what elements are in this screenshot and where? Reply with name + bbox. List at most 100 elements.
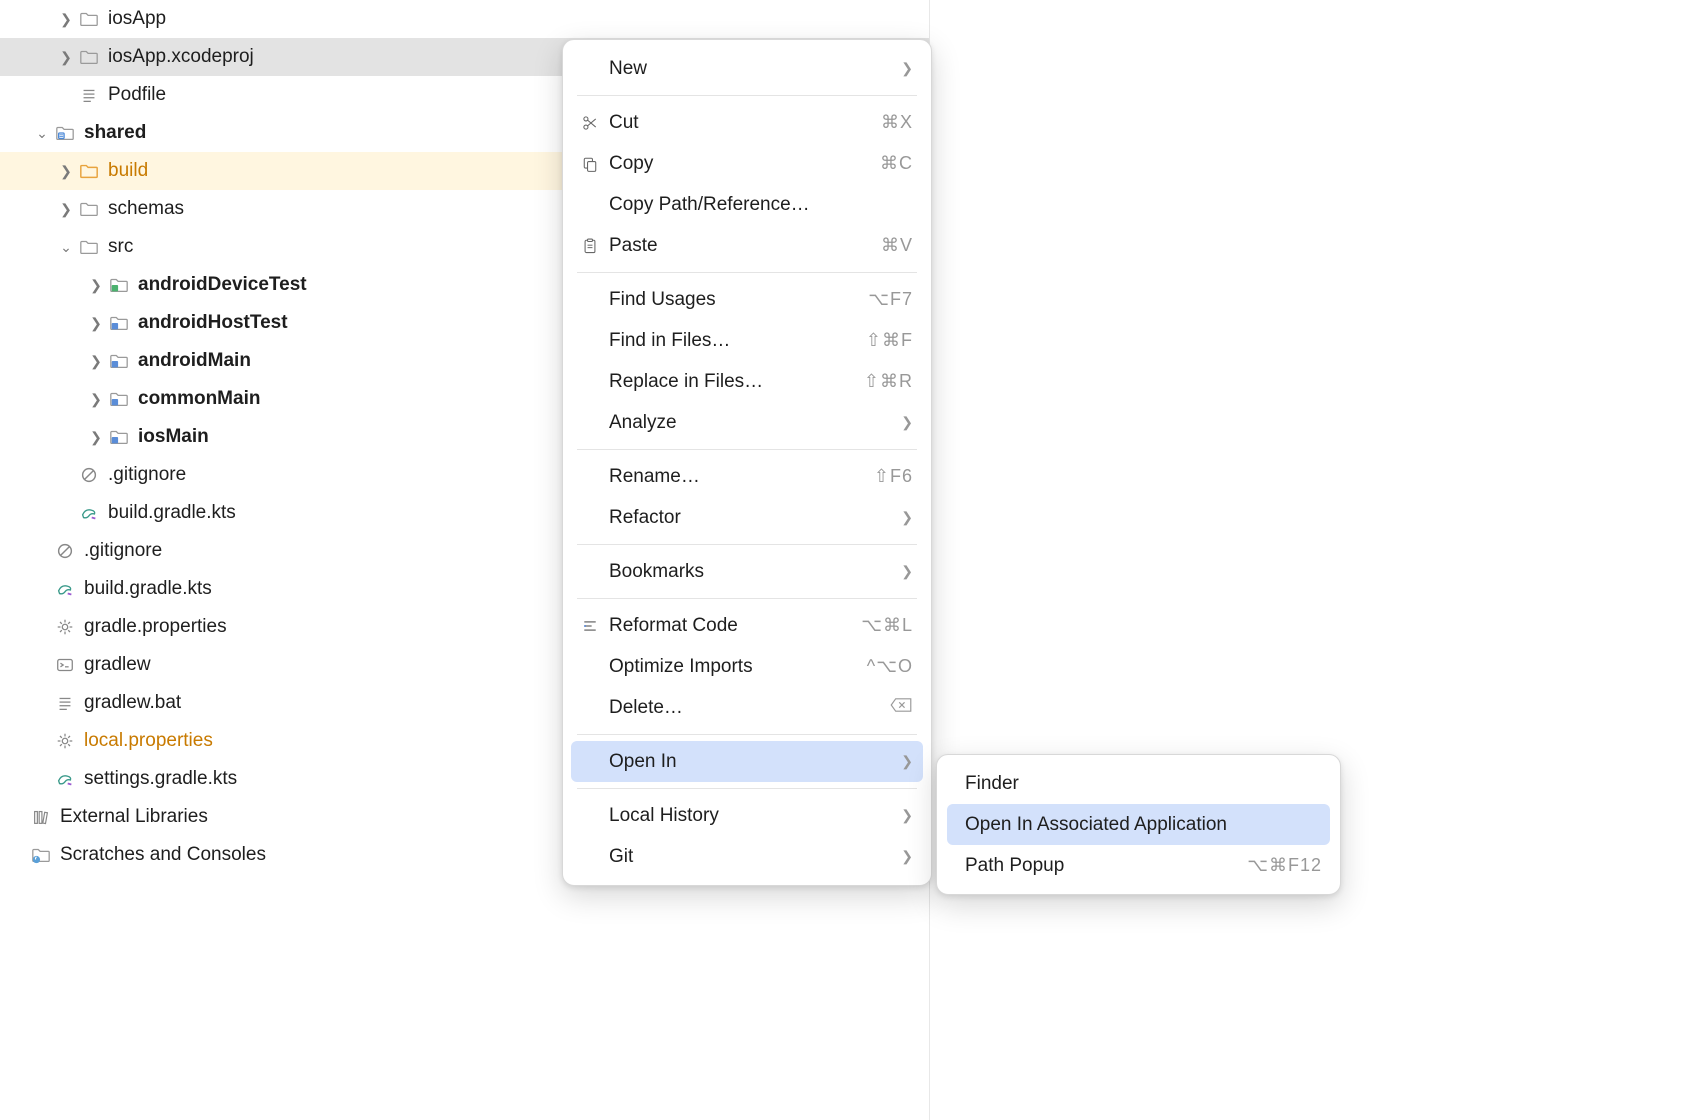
menu-separator bbox=[577, 544, 917, 545]
module-folder-blue-icon bbox=[108, 426, 130, 448]
tree-item-label: settings.gradle.kts bbox=[84, 768, 237, 790]
clipboard-icon bbox=[577, 237, 603, 255]
tree-item-label: .gitignore bbox=[84, 540, 162, 562]
gear-icon bbox=[54, 616, 76, 638]
menu-shortcut: ⌥F7 bbox=[868, 289, 913, 310]
menu-item-label: Cut bbox=[609, 112, 881, 134]
reformat-icon bbox=[577, 617, 603, 635]
menu-shortcut: ⌥⌘F12 bbox=[1247, 855, 1322, 876]
menu-item-label: Find Usages bbox=[609, 289, 868, 311]
file-text-icon bbox=[54, 692, 76, 714]
module-folder-green-icon bbox=[108, 274, 130, 296]
tree-item-label: androidHostTest bbox=[138, 312, 288, 334]
menu-item-reformat-code[interactable]: Reformat Code⌥⌘L bbox=[563, 605, 931, 646]
tree-item-label: build.gradle.kts bbox=[84, 578, 212, 600]
chevron-right-icon: ❯ bbox=[901, 509, 913, 526]
menu-item-bookmarks[interactable]: Bookmarks❯ bbox=[563, 551, 931, 592]
chevron-right-icon: ❯ bbox=[901, 753, 913, 770]
menu-item-find-in-files[interactable]: Find in Files…⇧⌘F bbox=[563, 320, 931, 361]
menu-item-git[interactable]: Git❯ bbox=[563, 836, 931, 877]
folder-icon bbox=[78, 198, 100, 220]
copy-icon bbox=[577, 155, 603, 173]
tree-item-label: iosApp.xcodeproj bbox=[108, 46, 254, 68]
tree-item-label: External Libraries bbox=[60, 806, 208, 828]
menu-item-label: Delete… bbox=[609, 697, 889, 719]
chevron-right-icon: ❯ bbox=[901, 414, 913, 431]
submenu-item-path-popup[interactable]: Path Popup⌥⌘F12 bbox=[937, 845, 1340, 886]
tree-item-label: iosApp bbox=[108, 8, 166, 30]
menu-item-local-history[interactable]: Local History❯ bbox=[563, 795, 931, 836]
menu-item-optimize-imports[interactable]: Optimize Imports^⌥O bbox=[563, 646, 931, 687]
menu-item-refactor[interactable]: Refactor ❯ bbox=[563, 497, 931, 538]
chevron-down-icon[interactable]: ⌄ bbox=[54, 239, 78, 256]
tree-item-label: src bbox=[108, 236, 133, 258]
menu-item-rename[interactable]: Rename…⇧F6 bbox=[563, 456, 931, 497]
menu-item-new[interactable]: New ❯ bbox=[563, 48, 931, 89]
submenu-item-open-associated[interactable]: Open In Associated Application bbox=[947, 804, 1330, 845]
module-folder-icon bbox=[54, 122, 76, 144]
chevron-right-icon[interactable]: ❯ bbox=[84, 391, 108, 408]
chevron-right-icon: ❯ bbox=[901, 60, 913, 77]
menu-item-label: Optimize Imports bbox=[609, 656, 867, 678]
menu-shortcut: ⌘X bbox=[881, 112, 913, 133]
menu-shortcut: ⇧⌘F bbox=[866, 330, 913, 351]
menu-item-label: Reformat Code bbox=[609, 615, 861, 637]
menu-item-label: Analyze bbox=[609, 412, 893, 434]
chevron-right-icon[interactable]: ❯ bbox=[84, 315, 108, 332]
menu-item-label: Refactor bbox=[609, 507, 893, 529]
folder-orange-icon bbox=[78, 160, 100, 182]
tree-item-label: androidMain bbox=[138, 350, 251, 372]
delete-key-icon bbox=[889, 697, 913, 718]
menu-item-analyze[interactable]: Analyze ❯ bbox=[563, 402, 931, 443]
chevron-right-icon[interactable]: ❯ bbox=[54, 201, 78, 218]
tree-item-label: androidDeviceTest bbox=[138, 274, 307, 296]
file-text-icon bbox=[78, 84, 100, 106]
menu-item-label: Find in Files… bbox=[609, 330, 866, 352]
menu-item-label: Paste bbox=[609, 235, 881, 257]
menu-item-copy[interactable]: Copy⌘C bbox=[563, 143, 931, 184]
tree-item-label: shared bbox=[84, 122, 146, 144]
menu-item-label: New bbox=[609, 58, 893, 80]
menu-item-label: Copy Path/Reference… bbox=[609, 194, 913, 216]
menu-item-delete[interactable]: Delete… bbox=[563, 687, 931, 728]
chevron-right-icon[interactable]: ❯ bbox=[84, 429, 108, 446]
chevron-right-icon[interactable]: ❯ bbox=[84, 277, 108, 294]
chevron-right-icon[interactable]: ❯ bbox=[54, 163, 78, 180]
chevron-right-icon[interactable]: ❯ bbox=[84, 353, 108, 370]
tree-item-label: commonMain bbox=[138, 388, 260, 410]
menu-shortcut: ⇧⌘R bbox=[864, 371, 913, 392]
menu-item-label: Open In bbox=[609, 751, 893, 773]
tree-item-label: build.gradle.kts bbox=[108, 502, 236, 524]
tree-item-label: gradle.properties bbox=[84, 616, 227, 638]
menu-item-cut[interactable]: Cut⌘X bbox=[563, 102, 931, 143]
menu-item-open-in[interactable]: Open In ❯ bbox=[571, 741, 923, 782]
ignored-icon bbox=[78, 464, 100, 486]
tree-item-label: gradlew bbox=[84, 654, 151, 676]
chevron-down-icon[interactable]: ⌄ bbox=[30, 125, 54, 142]
menu-item-label: Local History bbox=[609, 805, 893, 827]
ignored-icon bbox=[54, 540, 76, 562]
submenu-item-label: Open In Associated Application bbox=[965, 814, 1320, 836]
folder-icon bbox=[78, 8, 100, 30]
tree-item-label: gradlew.bat bbox=[84, 692, 181, 714]
chevron-right-icon[interactable]: ❯ bbox=[54, 11, 78, 28]
chevron-right-icon: ❯ bbox=[901, 848, 913, 865]
menu-item-paste[interactable]: Paste⌘V bbox=[563, 225, 931, 266]
menu-shortcut: ⌘C bbox=[880, 153, 913, 174]
menu-shortcut: ^⌥O bbox=[867, 656, 913, 677]
menu-item-label: Rename… bbox=[609, 466, 874, 488]
submenu-item-label: Path Popup bbox=[965, 855, 1247, 877]
menu-shortcut: ⌘V bbox=[881, 235, 913, 256]
chevron-right-icon[interactable]: ❯ bbox=[54, 49, 78, 66]
menu-item-find-usages[interactable]: Find Usages⌥F7 bbox=[563, 279, 931, 320]
tree-item-iosapp[interactable]: ❯ iosApp bbox=[0, 0, 929, 38]
menu-item-replace-in-files[interactable]: Replace in Files…⇧⌘R bbox=[563, 361, 931, 402]
tree-item-label: Scratches and Consoles bbox=[60, 844, 266, 866]
submenu-item-finder[interactable]: Finder bbox=[937, 763, 1340, 804]
gear-icon bbox=[54, 730, 76, 752]
menu-item-label: Copy bbox=[609, 153, 880, 175]
menu-item-copy-path[interactable]: Copy Path/Reference… bbox=[563, 184, 931, 225]
menu-separator bbox=[577, 449, 917, 450]
module-folder-blue-icon bbox=[108, 388, 130, 410]
menu-separator bbox=[577, 788, 917, 789]
